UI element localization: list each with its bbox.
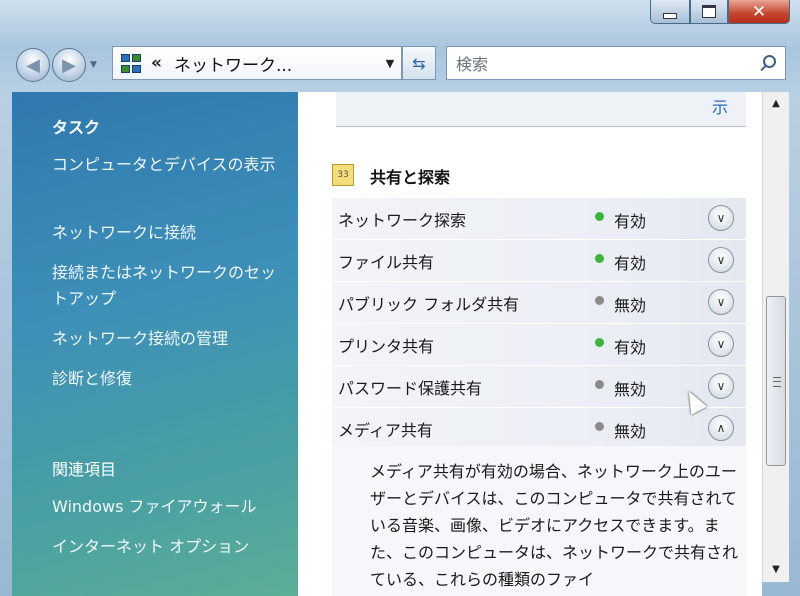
recent-pages-dropdown-icon[interactable]: ▼ bbox=[90, 60, 97, 70]
task-link-setup-connection[interactable]: 接続またはネットワークのセットアップ bbox=[52, 260, 287, 312]
forward-button[interactable]: ▶ bbox=[52, 48, 86, 82]
related-heading: 関連項目 bbox=[52, 460, 117, 479]
scroll-down-arrow-icon[interactable]: ▼ bbox=[763, 558, 789, 582]
setting-status: 有効 bbox=[614, 212, 647, 231]
status-dot-icon bbox=[595, 380, 604, 389]
network-icon bbox=[119, 51, 143, 75]
collapse-button[interactable]: ∧ bbox=[708, 415, 734, 441]
scroll-thumb[interactable] bbox=[766, 296, 786, 466]
task-pane: タスク コンピュータとデバイスの表示 ネットワークに接続 接続またはネットワーク… bbox=[12, 92, 298, 596]
related-link-internet-options[interactable]: インターネット オプション bbox=[52, 534, 287, 560]
expand-button[interactable]: ∨ bbox=[708, 247, 734, 273]
setting-status: 有効 bbox=[614, 338, 647, 357]
setting-row-media-sharing[interactable]: メディア共有 無効 ∧ bbox=[332, 408, 746, 450]
status-dot-icon bbox=[595, 338, 604, 347]
section-divider bbox=[336, 126, 746, 127]
tasks-heading: タスク bbox=[52, 118, 101, 137]
expand-button[interactable]: ∨ bbox=[708, 373, 734, 399]
back-button[interactable]: ◀ bbox=[16, 48, 50, 82]
setting-status: 無効 bbox=[614, 296, 647, 315]
setting-status: 無効 bbox=[614, 422, 647, 441]
content-pane: 示 33 共有と探索 ネットワーク探索 有効 ∨ ファイル共有 有効 ∨ パブリ… bbox=[298, 92, 762, 596]
expand-button[interactable]: ∨ bbox=[708, 205, 734, 231]
expand-button[interactable]: ∨ bbox=[708, 331, 734, 357]
search-icon[interactable] bbox=[755, 51, 779, 75]
task-link-manage-connections[interactable]: ネットワーク接続の管理 bbox=[52, 326, 287, 352]
sharing-settings-list: ネットワーク探索 有効 ∨ ファイル共有 有効 ∨ パブリック フォルダ共有 無… bbox=[332, 198, 746, 450]
breadcrumb-overflow-chevron[interactable]: « bbox=[151, 53, 162, 73]
media-sharing-description: メディア共有が有効の場合、ネットワーク上のユーザーとデバイスは、このコンピュータ… bbox=[370, 462, 739, 589]
maximize-icon bbox=[702, 5, 716, 18]
show-link[interactable]: 示 bbox=[712, 94, 728, 118]
setting-row-printer-sharing[interactable]: プリンタ共有 有効 ∨ bbox=[332, 324, 746, 366]
task-link-view-devices[interactable]: コンピュータとデバイスの表示 bbox=[52, 152, 287, 178]
sharing-section-icon: 33 bbox=[332, 164, 354, 186]
back-arrow-icon: ◀ bbox=[26, 54, 40, 76]
forward-arrow-icon: ▶ bbox=[62, 54, 76, 76]
scroll-up-arrow-icon[interactable]: ▲ bbox=[763, 92, 789, 116]
section-title: 共有と探索 bbox=[370, 168, 451, 187]
status-dot-icon bbox=[595, 296, 604, 305]
status-dot-icon bbox=[595, 212, 604, 221]
search-input[interactable]: 検索 bbox=[456, 51, 755, 75]
minimize-icon bbox=[663, 12, 677, 19]
task-link-connect-network[interactable]: ネットワークに接続 bbox=[52, 220, 287, 246]
setting-label: ファイル共有 bbox=[338, 253, 435, 272]
refresh-button[interactable]: ⇆ bbox=[402, 46, 436, 80]
maximize-button[interactable] bbox=[690, 0, 728, 24]
address-dropdown-icon[interactable]: ▼ bbox=[379, 57, 401, 70]
setting-status: 無効 bbox=[614, 380, 647, 399]
task-link-diagnose-repair[interactable]: 診断と修復 bbox=[52, 366, 287, 392]
explorer-window: ✕ ◀ ▶ ▼ « ネットワーク... ▼ ⇆ 検索 タスク コンピュータとデバ… bbox=[0, 0, 800, 596]
setting-label: プリンタ共有 bbox=[338, 337, 435, 356]
setting-row-file-sharing[interactable]: ファイル共有 有効 ∨ bbox=[332, 240, 746, 282]
breadcrumb-path[interactable]: ネットワーク... bbox=[174, 51, 379, 76]
vertical-scrollbar[interactable]: ▲ ▼ bbox=[762, 92, 789, 582]
expand-button[interactable]: ∨ bbox=[708, 289, 734, 315]
previous-section-strip bbox=[336, 92, 746, 126]
status-dot-icon bbox=[595, 422, 604, 431]
related-link-firewall[interactable]: Windows ファイアウォール bbox=[52, 494, 287, 520]
search-box[interactable]: 検索 bbox=[446, 46, 786, 80]
setting-label: パスワード保護共有 bbox=[338, 379, 483, 398]
setting-row-network-discovery[interactable]: ネットワーク探索 有効 ∨ bbox=[332, 198, 746, 240]
grip-icon bbox=[773, 377, 781, 387]
status-dot-icon bbox=[595, 254, 604, 263]
address-bar[interactable]: « ネットワーク... ▼ bbox=[112, 46, 402, 80]
setting-status: 有効 bbox=[614, 254, 647, 273]
media-sharing-description-panel: メディア共有が有効の場合、ネットワーク上のユーザーとデバイスは、このコンピュータ… bbox=[332, 446, 746, 596]
close-button[interactable]: ✕ bbox=[728, 0, 790, 24]
refresh-icon: ⇆ bbox=[412, 53, 426, 73]
setting-label: パブリック フォルダ共有 bbox=[338, 295, 520, 314]
setting-row-public-folder-sharing[interactable]: パブリック フォルダ共有 無効 ∨ bbox=[332, 282, 746, 324]
setting-label: ネットワーク探索 bbox=[338, 211, 467, 230]
setting-label: メディア共有 bbox=[338, 421, 433, 440]
close-icon: ✕ bbox=[751, 1, 767, 22]
minimize-button[interactable] bbox=[650, 0, 690, 24]
